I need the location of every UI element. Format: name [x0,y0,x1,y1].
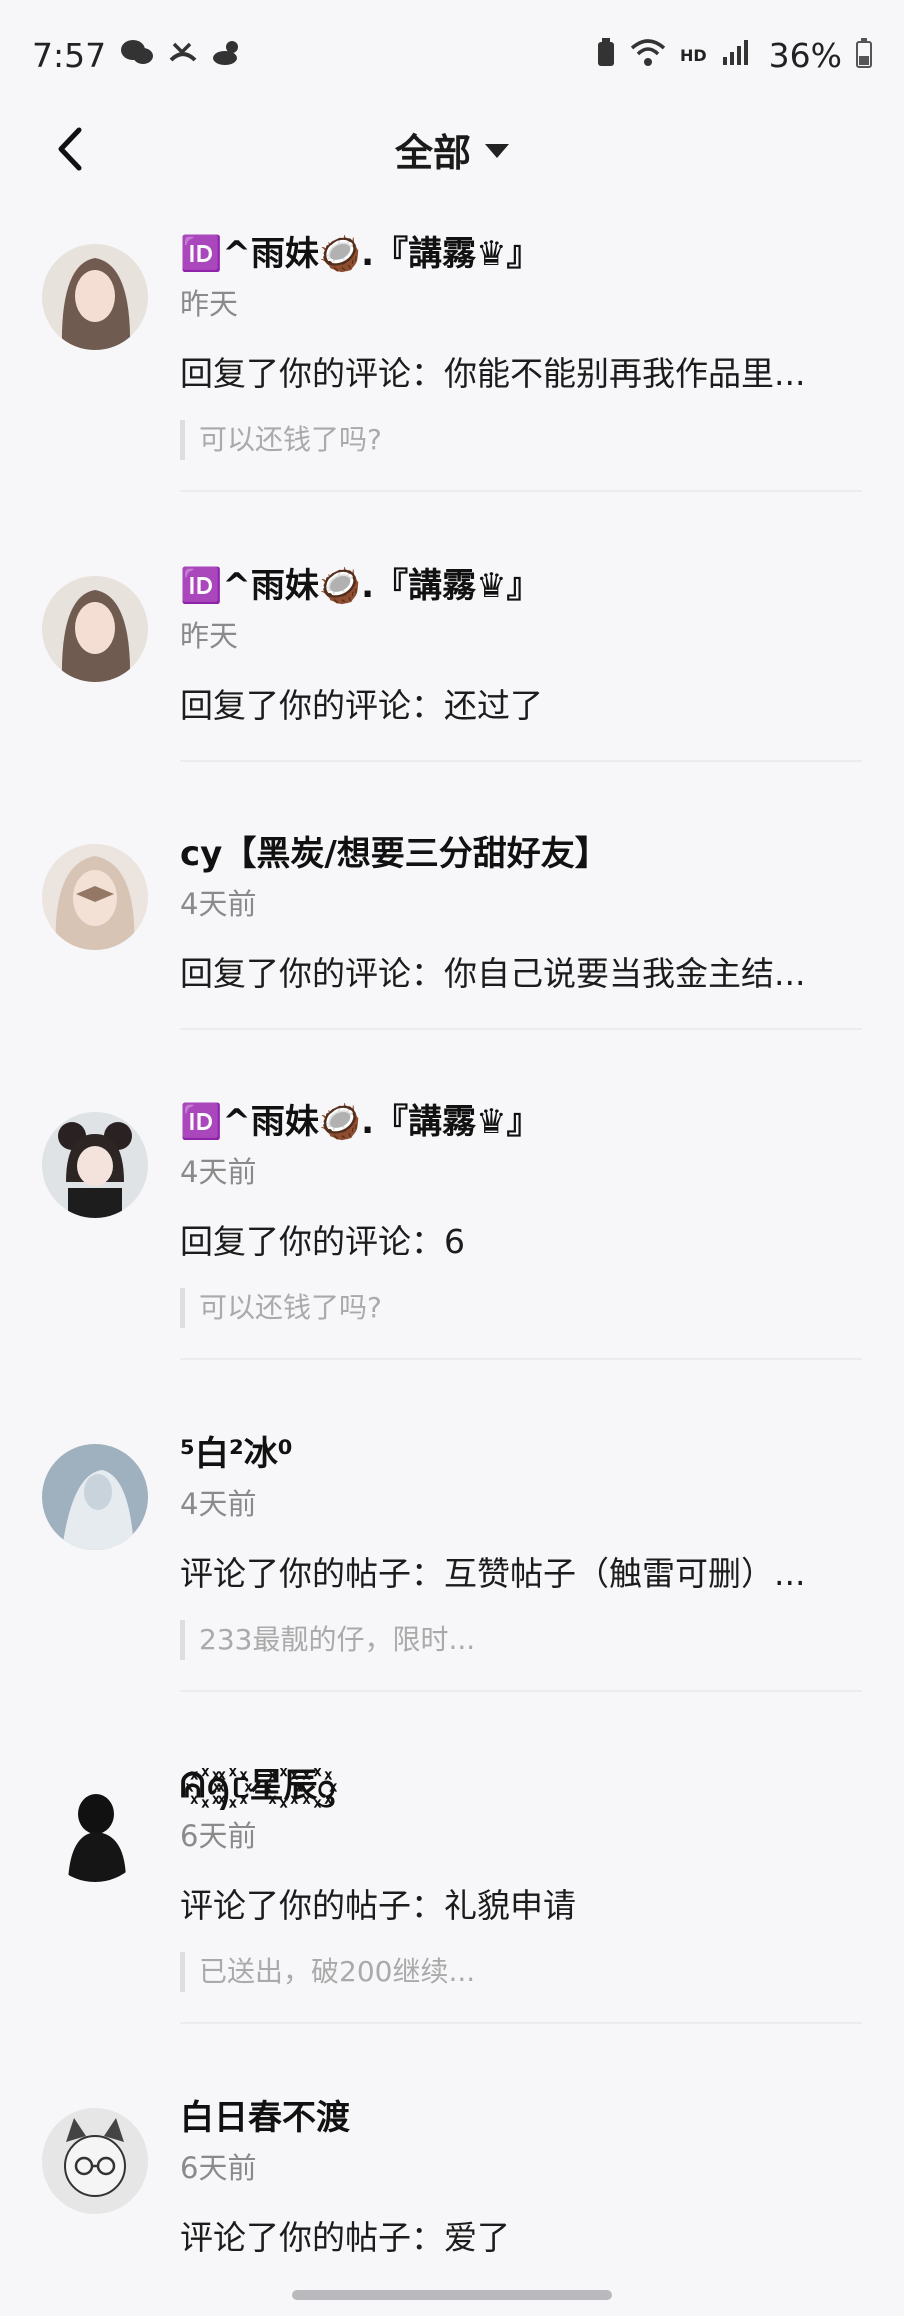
notification-list: 🆔^雨妹🥥.『講霧♛』 昨天 回复了你的评论：你能不能别再我作品里... 可以还… [0,230,904,2294]
timestamp: 6天前 [180,1819,257,1853]
divider [180,760,862,762]
avatar[interactable] [42,244,148,350]
divider [180,2022,862,2024]
list-item[interactable]: cy【黑炭/想要三分甜好友】 4天前 回复了你的评论：你自己说要当我金主结... [0,830,904,1098]
divider [180,1028,862,1030]
avatar[interactable] [42,1776,148,1882]
message-content[interactable]: 回复了你的评论：还过了 [180,682,862,730]
list-item[interactable]: 🆔^雨妹🥥.『講霧♛』 昨天 回复了你的评论：还过了 [0,562,904,830]
quoted-comment: 可以还钱了吗? [180,1288,862,1328]
sender-name[interactable]: 🆔^雨妹🥥.『講霧♛』 [180,562,862,610]
timestamp: 6天前 [180,2151,257,2185]
timestamp: 昨天 [180,619,239,653]
message-content[interactable]: 回复了你的评论：你自己说要当我金主结... [180,950,862,998]
home-indicator[interactable] [292,2290,612,2300]
divider [180,1690,862,1692]
timestamp: 昨天 [180,287,239,321]
weather-icon [212,38,244,73]
signal-icon [721,39,749,72]
page-title: 全部 [394,130,471,175]
list-item[interactable]: ⁵白²冰⁰ 4天前 评论了你的帖子：互赞帖子（触雷可删）... 233最靓的仔，… [0,1430,904,1762]
status-left: 7:57 [32,36,244,75]
wechat-icon [120,38,154,73]
sender-name[interactable]: cy【黑炭/想要三分甜好友】 [180,830,862,878]
message-content[interactable]: 回复了你的评论：6 [180,1218,862,1266]
status-right: HD 36% [596,36,872,75]
sender-name[interactable]: 🆔^雨妹🥥.『講霧♛』 [180,1098,862,1146]
avatar[interactable] [42,844,148,950]
divider [180,490,862,492]
chevron-left-icon [58,127,82,171]
quoted-comment: 233最靓的仔，限时... [180,1620,862,1660]
sender-name[interactable]: 白日春不渡 [180,2094,862,2142]
timestamp: 4天前 [180,887,257,921]
avatar[interactable] [42,1112,148,1218]
avatar[interactable] [42,1444,148,1550]
list-item[interactable]: 🆔^雨妹🥥.『講霧♛』 4天前 回复了你的评论：6 可以还钱了吗? [0,1098,904,1430]
back-button[interactable] [40,116,100,182]
message-content[interactable]: 评论了你的帖子：爱了 [180,2214,862,2262]
status-bar: 7:57 HD 36% [0,0,904,110]
battery-percent: 36% [768,35,842,75]
wifi-icon [630,38,666,73]
sender-name[interactable]: ⁵白²冰⁰ [180,1430,862,1478]
avatar[interactable] [42,2108,148,2214]
message-content[interactable]: 评论了你的帖子：礼貌申请 [180,1882,862,1930]
clock: 7:57 [32,35,107,75]
battery-icon [856,37,872,73]
missed-call-icon [168,38,198,73]
timestamp: 4天前 [180,1487,257,1521]
avatar[interactable] [42,576,148,682]
hd-label: HD [679,45,707,65]
list-item[interactable]: ᕱ꙰ꪆ꙰ᥴ星꙰辰꙰ᦋ 6天前 评论了你的帖子：礼貌申请 已送出，破200继续..… [0,1762,904,2094]
divider [180,1358,862,1360]
sender-name[interactable]: ᕱ꙰ꪆ꙰ᥴ星꙰辰꙰ᦋ [180,1762,862,1810]
list-item[interactable]: 🆔^雨妹🥥.『講霧♛』 昨天 回复了你的评论：你能不能别再我作品里... 可以还… [0,230,904,562]
quoted-comment: 已送出，破200继续... [180,1952,862,1992]
header: 全部 [0,110,904,188]
message-content[interactable]: 评论了你的帖子：互赞帖子（触雷可删）... [180,1550,862,1598]
list-item[interactable]: 白日春不渡 6天前 评论了你的帖子：爱了 [0,2094,904,2294]
message-content[interactable]: 回复了你的评论：你能不能别再我作品里... [180,350,862,398]
chevron-down-icon [485,144,509,158]
filter-dropdown[interactable]: 全部 [395,122,509,177]
sender-name[interactable]: 🆔^雨妹🥥.『講霧♛』 [180,230,862,278]
battery-saver-icon [596,37,616,73]
quoted-comment: 可以还钱了吗? [180,420,862,460]
timestamp: 4天前 [180,1155,257,1189]
